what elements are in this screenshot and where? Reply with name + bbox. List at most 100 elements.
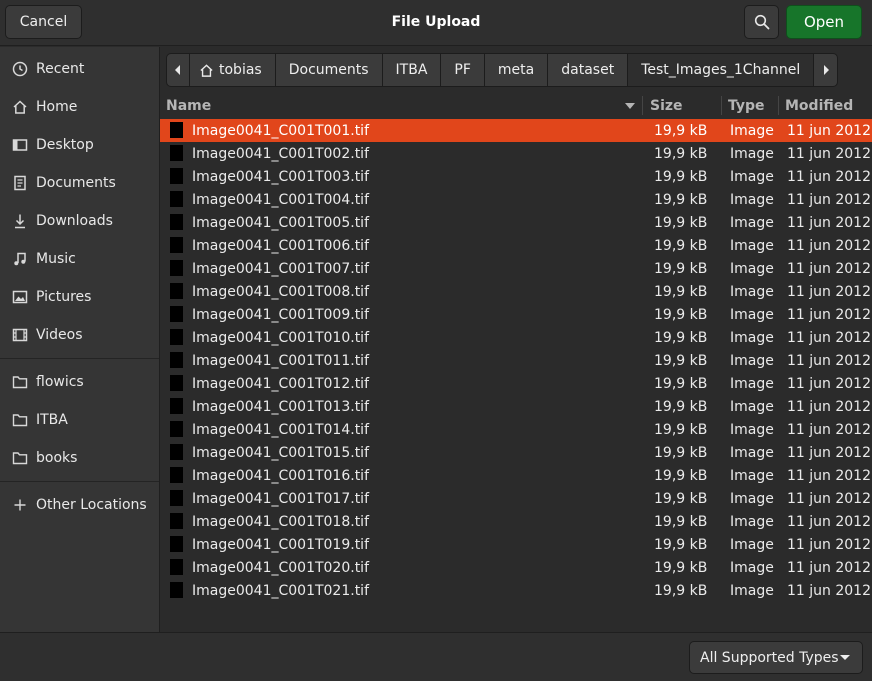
sidebar-item-flowics[interactable]: flowics xyxy=(0,365,159,399)
sidebar-item-videos[interactable]: Videos xyxy=(0,318,159,352)
file-type: Image xyxy=(730,260,774,277)
table-row[interactable]: Image0041_C001T010.tif 19,9 kB Image 11 jun… xyxy=(160,326,872,349)
column-header-label: Name xyxy=(166,97,212,114)
cancel-button[interactable]: Cancel xyxy=(5,5,82,39)
file-type: Image xyxy=(730,237,774,254)
file-size: 19,9 kB xyxy=(654,306,708,323)
document-icon xyxy=(11,174,29,192)
sidebar-item-itba[interactable]: ITBA xyxy=(0,403,159,437)
file-size: 19,9 kB xyxy=(654,329,708,346)
path-crumb-home[interactable]: tobias xyxy=(190,54,276,86)
path-scroll-left-button[interactable] xyxy=(167,54,190,86)
file-size: 19,9 kB xyxy=(654,168,708,185)
path-crumb-meta[interactable]: meta xyxy=(485,54,549,86)
file-name: Image0041_C001T013.tif xyxy=(192,398,370,415)
file-modified: 11 jun 2012 xyxy=(787,536,871,553)
table-row[interactable]: Image0041_C001T006.tif 19,9 kB Image 11 jun… xyxy=(160,234,872,257)
file-thumbnail-icon xyxy=(170,467,183,483)
table-row[interactable]: Image0041_C001T014.tif 19,9 kB Image 11 jun… xyxy=(160,418,872,441)
file-type: Image xyxy=(730,444,774,461)
sidebar-item-music[interactable]: Music xyxy=(0,242,159,276)
sidebar-item-label: Pictures xyxy=(36,289,92,305)
file-modified: 11 jun 2012 xyxy=(787,283,871,300)
file-size: 19,9 kB xyxy=(654,398,708,415)
path-crumb-dataset[interactable]: dataset xyxy=(548,54,629,86)
sidebar-item-books[interactable]: books xyxy=(0,441,159,475)
table-row[interactable]: Image0041_C001T015.tif 19,9 kB Image 11 jun… xyxy=(160,441,872,464)
sidebar-item-other-locations[interactable]: Other Locations xyxy=(0,488,159,522)
file-name: Image0041_C001T021.tif xyxy=(192,582,370,599)
file-modified: 11 jun 2012 xyxy=(787,191,871,208)
file-type: Image xyxy=(730,191,774,208)
places-sidebar: Recent Home Desktop Documents Downloads … xyxy=(0,47,160,632)
file-modified: 11 jun 2012 xyxy=(787,260,871,277)
table-row[interactable]: Image0041_C001T016.tif 19,9 kB Image 11 jun… xyxy=(160,464,872,487)
search-button[interactable] xyxy=(744,5,779,39)
file-name: Image0041_C001T005.tif xyxy=(192,214,370,231)
table-row[interactable]: Image0041_C001T020.tif 19,9 kB Image 11 jun… xyxy=(160,556,872,579)
sidebar-item-pictures[interactable]: Pictures xyxy=(0,280,159,314)
file-thumbnail-icon xyxy=(170,122,183,138)
file-name: Image0041_C001T006.tif xyxy=(192,237,370,254)
file-size: 19,9 kB xyxy=(654,260,708,277)
table-row[interactable]: Image0041_C001T011.tif 19,9 kB Image 11 jun… xyxy=(160,349,872,372)
table-row[interactable]: Image0041_C001T005.tif 19,9 kB Image 11 jun… xyxy=(160,211,872,234)
file-type: Image xyxy=(730,559,774,576)
table-row[interactable]: Image0041_C001T019.tif 19,9 kB Image 11 jun… xyxy=(160,533,872,556)
file-name: Image0041_C001T014.tif xyxy=(192,421,370,438)
file-type-filter-dropdown[interactable]: All Supported Types xyxy=(689,641,863,674)
plus-icon xyxy=(11,496,29,514)
column-header-name[interactable]: Name xyxy=(166,94,644,117)
column-header-modified[interactable]: Modified xyxy=(785,94,870,117)
table-row[interactable]: Image0041_C001T007.tif 19,9 kB Image 11 jun… xyxy=(160,257,872,280)
file-modified: 11 jun 2012 xyxy=(787,375,871,392)
sidebar-item-downloads[interactable]: Downloads xyxy=(0,204,159,238)
table-row[interactable]: Image0041_C001T004.tif 19,9 kB Image 11 jun… xyxy=(160,188,872,211)
table-row[interactable]: Image0041_C001T002.tif 19,9 kB Image 11 jun… xyxy=(160,142,872,165)
path-crumb-pf[interactable]: PF xyxy=(441,54,485,86)
path-crumb-documents[interactable]: Documents xyxy=(276,54,383,86)
sidebar-item-label: Other Locations xyxy=(36,497,147,513)
table-row[interactable]: Image0041_C001T009.tif 19,9 kB Image 11 jun… xyxy=(160,303,872,326)
path-crumb-itba[interactable]: ITBA xyxy=(383,54,442,86)
table-row[interactable]: Image0041_C001T013.tif 19,9 kB Image 11 jun… xyxy=(160,395,872,418)
file-thumbnail-icon xyxy=(170,237,183,253)
table-row[interactable]: Image0041_C001T021.tif 19,9 kB Image 11 jun… xyxy=(160,579,872,602)
table-row[interactable]: Image0041_C001T018.tif 19,9 kB Image 11 jun… xyxy=(160,510,872,533)
file-type: Image xyxy=(730,582,774,599)
file-modified: 11 jun 2012 xyxy=(787,214,871,231)
open-button[interactable]: Open xyxy=(786,5,862,39)
file-thumbnail-icon xyxy=(170,168,183,184)
file-type: Image xyxy=(730,145,774,162)
pictures-icon xyxy=(11,288,29,306)
table-row[interactable]: Image0041_C001T008.tif 19,9 kB Image 11 jun… xyxy=(160,280,872,303)
sidebar-item-label: Documents xyxy=(36,175,116,191)
table-row[interactable]: Image0041_C001T001.tif 19,9 kB Image 11 jun… xyxy=(160,119,872,142)
file-modified: 11 jun 2012 xyxy=(787,398,871,415)
table-row[interactable]: Image0041_C001T012.tif 19,9 kB Image 11 jun… xyxy=(160,372,872,395)
file-modified: 11 jun 2012 xyxy=(787,559,871,576)
file-size: 19,9 kB xyxy=(654,283,708,300)
sidebar-item-documents[interactable]: Documents xyxy=(0,166,159,200)
file-type: Image xyxy=(730,490,774,507)
file-size: 19,9 kB xyxy=(654,122,708,139)
path-crumb-current[interactable]: Test_Images_1Channel xyxy=(628,54,815,86)
file-size: 19,9 kB xyxy=(654,375,708,392)
file-modified: 11 jun 2012 xyxy=(787,513,871,530)
file-thumbnail-icon xyxy=(170,444,183,460)
column-header-size[interactable]: Size xyxy=(650,94,720,117)
path-crumb-label: tobias xyxy=(219,62,262,78)
table-row[interactable]: Image0041_C001T003.tif 19,9 kB Image 11 jun… xyxy=(160,165,872,188)
file-size: 19,9 kB xyxy=(654,191,708,208)
column-header-type[interactable]: Type xyxy=(728,94,778,117)
sidebar-item-label: Videos xyxy=(36,327,83,343)
chevron-right-icon xyxy=(823,65,829,75)
file-type: Image xyxy=(730,283,774,300)
path-bar: tobias Documents ITBA PF meta dataset Te… xyxy=(166,53,839,87)
table-row[interactable]: Image0041_C001T017.tif 19,9 kB Image 11 jun… xyxy=(160,487,872,510)
sidebar-item-desktop[interactable]: Desktop xyxy=(0,128,159,162)
sidebar-item-home[interactable]: Home xyxy=(0,90,159,124)
file-name: Image0041_C001T009.tif xyxy=(192,306,370,323)
sidebar-item-recent[interactable]: Recent xyxy=(0,52,159,86)
path-scroll-right-button[interactable] xyxy=(814,54,837,86)
